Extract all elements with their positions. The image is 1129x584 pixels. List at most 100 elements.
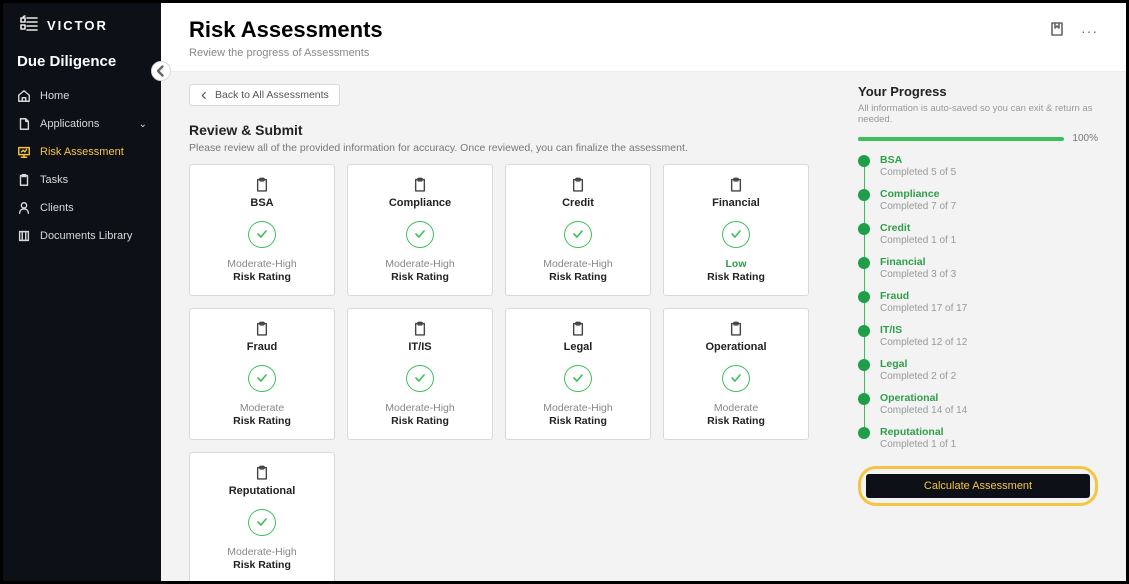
nav-label: Home	[40, 90, 69, 102]
card-title: Legal	[564, 341, 593, 353]
step-name: BSA	[880, 154, 956, 166]
card-title: Compliance	[389, 197, 451, 209]
step-dot-icon	[858, 393, 870, 405]
assessment-card[interactable]: IT/IS Moderate-HighRisk Rating	[347, 308, 493, 440]
card-rating-value: Low	[726, 258, 747, 270]
more-button[interactable]: ···	[1081, 23, 1098, 39]
step-dot-icon	[858, 155, 870, 167]
page-subtitle: Review the progress of Assessments	[189, 47, 383, 59]
step-status: Completed 14 of 14	[880, 405, 967, 416]
nav-tasks[interactable]: Tasks	[3, 166, 161, 194]
card-title: IT/IS	[408, 341, 431, 353]
step-status: Completed 5 of 5	[880, 167, 956, 178]
assessment-card[interactable]: BSAModerate-HighRisk Rating	[189, 164, 335, 296]
nav-label: Clients	[40, 202, 74, 214]
step-status: Completed 3 of 3	[880, 269, 956, 280]
progress-step[interactable]: LegalCompleted 2 of 2	[858, 358, 1098, 392]
card-rating-value: Moderate-High	[227, 546, 296, 558]
nav-home[interactable]: Home	[3, 82, 161, 110]
assessment-card[interactable]: LegalModerate-HighRisk Rating	[505, 308, 651, 440]
nav-label: Documents Library	[40, 230, 132, 242]
step-name: Credit	[880, 222, 956, 234]
card-title: Fraud	[247, 341, 278, 353]
progress-step[interactable]: IT/ISCompleted 12 of 12	[858, 324, 1098, 358]
bookmark-icon[interactable]	[1049, 21, 1065, 40]
step-status: Completed 2 of 2	[880, 371, 956, 382]
step-dot-icon	[858, 189, 870, 201]
card-title: Reputational	[229, 485, 296, 497]
progress-step[interactable]: BSACompleted 5 of 5	[858, 154, 1098, 188]
progress-subtitle: All information is auto-saved so you can…	[858, 103, 1098, 125]
step-name: IT/IS	[880, 324, 967, 336]
check-circle-icon	[564, 221, 592, 248]
progress-panel: Your Progress All information is auto-sa…	[858, 84, 1098, 569]
nav-clients[interactable]: Clients	[3, 194, 161, 222]
step-dot-icon	[858, 223, 870, 235]
check-circle-icon	[406, 365, 434, 392]
clipboard-icon	[255, 177, 269, 193]
back-label: Back to All Assessments	[215, 89, 329, 101]
progress-step[interactable]: FraudCompleted 17 of 17	[858, 290, 1098, 324]
collapse-sidebar-button[interactable]	[151, 61, 171, 81]
step-dot-icon	[858, 325, 870, 337]
nav-risk-assessment[interactable]: Risk Assessment	[3, 138, 161, 166]
page-title: Risk Assessments	[189, 17, 383, 43]
nav: Home Applications ⌄ Risk Assessment Task…	[3, 82, 161, 250]
back-button[interactable]: Back to All Assessments	[189, 84, 340, 106]
library-icon	[17, 229, 31, 243]
step-dot-icon	[858, 257, 870, 269]
progress-step[interactable]: ReputationalCompleted 1 of 1	[858, 426, 1098, 460]
step-name: Legal	[880, 358, 956, 370]
card-rating-value: Moderate	[240, 402, 284, 414]
assessment-card[interactable]: OperationalModerateRisk Rating	[663, 308, 809, 440]
check-circle-icon	[406, 221, 434, 248]
card-rating-label: Risk Rating	[233, 415, 291, 427]
brand-logo: VICTOR	[3, 13, 161, 49]
clipboard-icon	[255, 321, 269, 337]
step-status: Completed 7 of 7	[880, 201, 956, 212]
step-status: Completed 17 of 17	[880, 303, 967, 314]
user-icon	[17, 201, 31, 215]
assessment-card[interactable]: Financial LowRisk Rating	[663, 164, 809, 296]
check-circle-icon	[722, 365, 750, 392]
step-status: Completed 1 of 1	[880, 235, 956, 246]
step-dot-icon	[858, 291, 870, 303]
assessment-card[interactable]: ReputationalModerate-HighRisk Rating	[189, 452, 335, 581]
progress-step[interactable]: CreditCompleted 1 of 1	[858, 222, 1098, 256]
card-rating-label: Risk Rating	[391, 415, 449, 427]
card-rating-value: Moderate-High	[385, 402, 454, 414]
nav-applications[interactable]: Applications ⌄	[3, 110, 161, 138]
card-title: Credit	[562, 197, 594, 209]
card-title: Financial	[712, 197, 760, 209]
sidebar: VICTOR Due Diligence Home Applications ⌄…	[3, 3, 161, 581]
lion-icon	[17, 13, 41, 37]
clipboard-icon	[571, 177, 585, 193]
assessment-card[interactable]: ComplianceModerate-HighRisk Rating	[347, 164, 493, 296]
clipboard-icon	[729, 321, 743, 337]
nav-documents[interactable]: Documents Library	[3, 222, 161, 250]
document-icon	[17, 117, 31, 131]
calculate-assessment-button[interactable]: Calculate Assessment	[866, 474, 1090, 498]
step-name: Financial	[880, 256, 956, 268]
check-circle-icon	[248, 509, 276, 536]
step-name: Operational	[880, 392, 967, 404]
assessment-card[interactable]: Fraud ModerateRisk Rating	[189, 308, 335, 440]
progress-step[interactable]: FinancialCompleted 3 of 3	[858, 256, 1098, 290]
review-title: Review & Submit	[189, 122, 828, 138]
clipboard-icon	[17, 173, 31, 187]
assessment-cards: BSAModerate-HighRisk RatingComplianceMod…	[189, 164, 828, 581]
progress-bar	[858, 137, 1064, 141]
step-dot-icon	[858, 427, 870, 439]
progress-step[interactable]: OperationalCompleted 14 of 14	[858, 392, 1098, 426]
clipboard-icon	[729, 177, 743, 193]
card-rating-label: Risk Rating	[391, 271, 449, 283]
check-circle-icon	[248, 365, 276, 392]
card-title: BSA	[250, 197, 273, 209]
step-name: Reputational	[880, 426, 956, 438]
step-status: Completed 1 of 1	[880, 439, 956, 450]
progress-steps: BSACompleted 5 of 5ComplianceCompleted 7…	[858, 154, 1098, 460]
card-title: Operational	[705, 341, 766, 353]
card-rating-label: Risk Rating	[707, 271, 765, 283]
progress-step[interactable]: ComplianceCompleted 7 of 7	[858, 188, 1098, 222]
assessment-card[interactable]: CreditModerate-HighRisk Rating	[505, 164, 651, 296]
